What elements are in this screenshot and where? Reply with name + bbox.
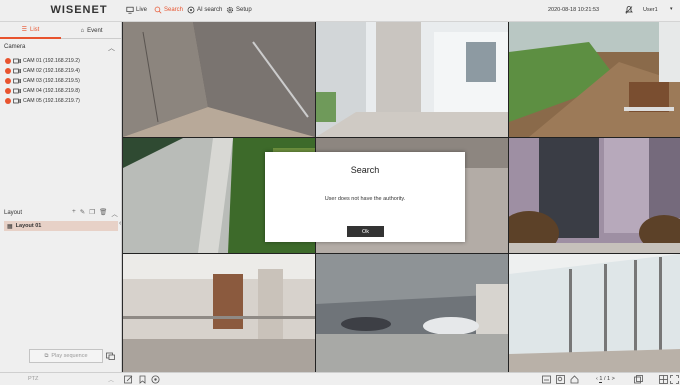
- ok-button[interactable]: Ok: [347, 226, 384, 237]
- dialog-overlay: Search User does not have the authority.…: [0, 0, 680, 385]
- authority-dialog: Search User does not have the authority.…: [265, 152, 465, 242]
- dialog-title: Search: [350, 165, 380, 175]
- dialog-message: User does not have the authority.: [324, 196, 406, 202]
